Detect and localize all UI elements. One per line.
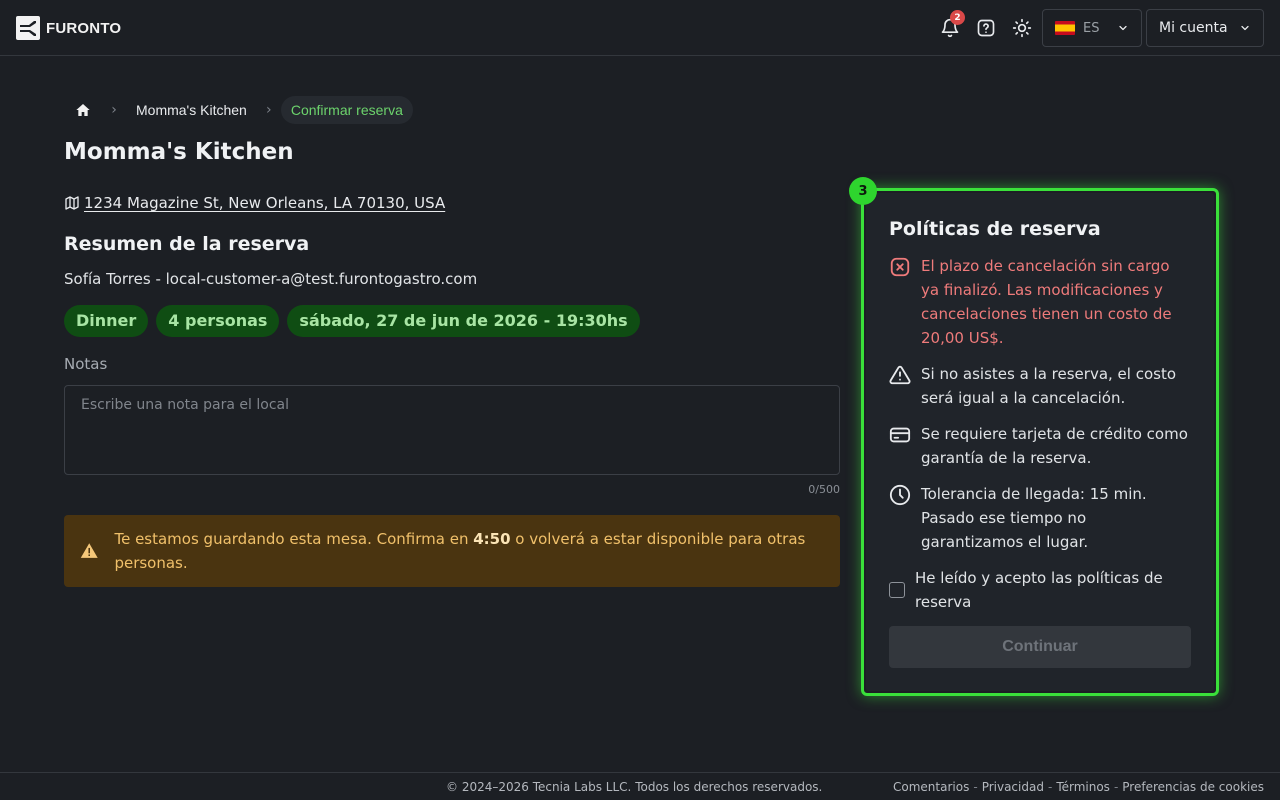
- hold-timer: 4:50: [473, 530, 511, 548]
- credit-card-icon: [889, 427, 911, 443]
- chip-party-size: 4 personas: [156, 305, 280, 337]
- help-button[interactable]: [972, 14, 1000, 42]
- sun-icon: [1012, 18, 1032, 38]
- account-label: Mi cuenta: [1159, 20, 1228, 36]
- venue-address: 1234 Magazine St, New Orleans, LA 70130,…: [64, 194, 445, 212]
- breadcrumb-separator: ›: [111, 102, 117, 118]
- policy-no-show: Si no asistes a la reserva, el costo ser…: [889, 362, 1189, 410]
- policy-credit-card: Se requiere tarjeta de crédito como gara…: [889, 422, 1189, 470]
- customer-info: Sofía Torres - local-customer-a@test.fur…: [64, 270, 478, 288]
- help-icon: [977, 19, 995, 37]
- copyright-text: © 2024–2026 Tecnia Labs LLC. Todos los d…: [446, 780, 823, 794]
- footer-separator: -: [973, 780, 978, 794]
- summary-title: Resumen de la reserva: [64, 233, 310, 255]
- language-select[interactable]: ES: [1042, 9, 1142, 47]
- breadcrumb-home[interactable]: [64, 96, 102, 124]
- footer-link-feedback[interactable]: Comentarios: [893, 780, 969, 794]
- home-icon: [76, 104, 90, 116]
- chip-datetime: sábado, 27 de jun de 2026 - 19:30hs: [287, 305, 640, 337]
- warning-triangle-icon: [889, 365, 911, 385]
- hold-timer-alert: Te estamos guardando esta mesa. Confirma…: [64, 515, 840, 587]
- top-bar: FURONTO 2 ES Mi cuenta: [0, 0, 1280, 56]
- notifications-button[interactable]: 2: [936, 10, 965, 42]
- policy-text: Si no asistes a la reserva, el costo ser…: [921, 365, 1177, 407]
- notes-char-counter: 0/500: [808, 483, 840, 496]
- policy-text: Se requiere tarjeta de crédito como gara…: [921, 425, 1188, 467]
- warning-triangle-icon: [80, 543, 98, 558]
- footer-separator: -: [1047, 780, 1053, 794]
- notification-count-badge: 2: [950, 10, 965, 25]
- language-code: ES: [1083, 20, 1100, 36]
- chevron-down-icon: [1119, 25, 1127, 31]
- account-menu-button[interactable]: Mi cuenta: [1146, 9, 1264, 47]
- policy-text: Tolerancia de llegada: 15 min. Pasado es…: [921, 485, 1147, 551]
- alert-message: Te estamos guardando esta mesa. Confirma…: [114, 530, 806, 572]
- notes-input[interactable]: [64, 385, 840, 475]
- footer-links: Comentarios - Privacidad - Términos - Pr…: [893, 780, 1264, 794]
- map-icon: [65, 196, 79, 210]
- step-number-badge: 3: [849, 177, 877, 205]
- footer: © 2024–2026 Tecnia Labs LLC. Todos los d…: [0, 772, 1280, 800]
- footer-separator: -: [1113, 780, 1119, 794]
- chevron-down-icon: [1241, 25, 1249, 31]
- accept-policies-label: He leído y acepto las políticas de reser…: [915, 569, 1163, 611]
- accept-policies-row[interactable]: He leído y acepto las políticas de reser…: [889, 566, 1189, 614]
- logo[interactable]: FURONTO: [16, 16, 121, 40]
- footer-link-cookies[interactable]: Preferencias de cookies: [1122, 780, 1264, 794]
- policy-text: El plazo de cancelación sin cargo ya fin…: [921, 257, 1172, 347]
- page-title: Momma's Kitchen: [64, 139, 294, 165]
- policy-arrival-tolerance: Tolerancia de llegada: 15 min. Pasado es…: [889, 482, 1189, 554]
- footer-link-terms[interactable]: Términos: [1056, 780, 1110, 794]
- breadcrumb: › Momma's Kitchen › Confirmar reserva: [64, 96, 413, 124]
- breadcrumb-separator: ›: [266, 102, 272, 118]
- logo-text: FURONTO: [46, 19, 122, 37]
- breadcrumb-venue[interactable]: Momma's Kitchen: [126, 102, 257, 118]
- x-square-icon: [890, 257, 910, 277]
- notes-label: Notas: [64, 355, 108, 373]
- policy-cancellation: El plazo de cancelación sin cargo ya fin…: [889, 254, 1189, 350]
- chip-service: Dinner: [64, 305, 149, 337]
- breadcrumb-current: Confirmar reserva: [280, 96, 413, 124]
- accept-policies-checkbox[interactable]: [889, 582, 905, 598]
- clock-icon: [889, 484, 911, 506]
- logo-mark-icon: [16, 16, 40, 40]
- reservation-chips: Dinner 4 personas sábado, 27 de jun de 2…: [64, 305, 640, 337]
- footer-link-privacy[interactable]: Privacidad: [982, 780, 1044, 794]
- address-link[interactable]: 1234 Magazine St, New Orleans, LA 70130,…: [84, 194, 445, 212]
- spain-flag-icon: [1055, 21, 1075, 35]
- theme-toggle-button[interactable]: [1008, 14, 1036, 42]
- continue-button[interactable]: Continuar: [889, 626, 1191, 668]
- policies-title: Políticas de reserva: [889, 218, 1101, 240]
